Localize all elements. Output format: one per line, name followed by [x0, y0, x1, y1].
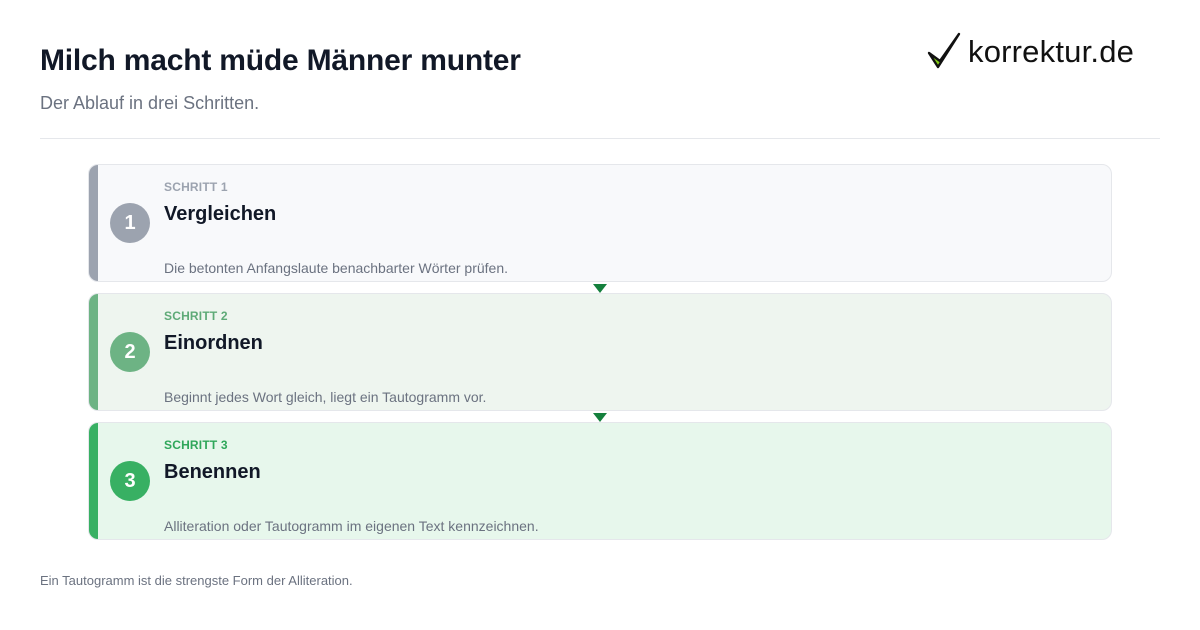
step-kicker: SCHRITT 3 [164, 438, 228, 452]
logo-text: korrektur.de [968, 33, 1135, 69]
step-number-badge: 3 [110, 461, 150, 501]
step-card-3: 3 SCHRITT 3 Benennen Alliteration oder T… [88, 422, 1112, 540]
step-number-badge: 2 [110, 332, 150, 372]
step-title: Vergleichen [164, 203, 277, 225]
step-card-2: 2 SCHRITT 2 Einordnen Beginnt jedes Wort… [88, 293, 1112, 411]
step-title: Einordnen [164, 332, 263, 354]
header-divider [40, 138, 1160, 139]
step-number-badge: 1 [110, 203, 150, 243]
step-description: Die betonten Anfangslaute benachbarter W… [164, 260, 508, 276]
step-accent-bar [89, 294, 98, 410]
step-connector-arrow [593, 284, 607, 293]
step-kicker: SCHRITT 1 [164, 180, 228, 194]
step-card-1: 1 SCHRITT 1 Vergleichen Die betonten Anf… [88, 164, 1112, 282]
page-title: Milch macht müde Männer munter [40, 44, 521, 77]
footnote: Ein Tautogramm ist die strengste Form de… [40, 573, 353, 588]
step-title: Benennen [164, 461, 261, 483]
step-description: Alliteration oder Tautogramm im eigenen … [164, 518, 539, 534]
step-kicker: SCHRITT 2 [164, 309, 228, 323]
step-accent-bar [89, 165, 98, 281]
step-accent-bar [89, 423, 98, 539]
brand-logo[interactable]: korrektur.de [926, 28, 1134, 74]
page-subtitle: Der Ablauf in drei Schritten. [40, 93, 260, 113]
checkmark-icon [926, 30, 962, 72]
step-description: Beginnt jedes Wort gleich, liegt ein Tau… [164, 389, 487, 405]
step-connector-arrow [593, 413, 607, 422]
